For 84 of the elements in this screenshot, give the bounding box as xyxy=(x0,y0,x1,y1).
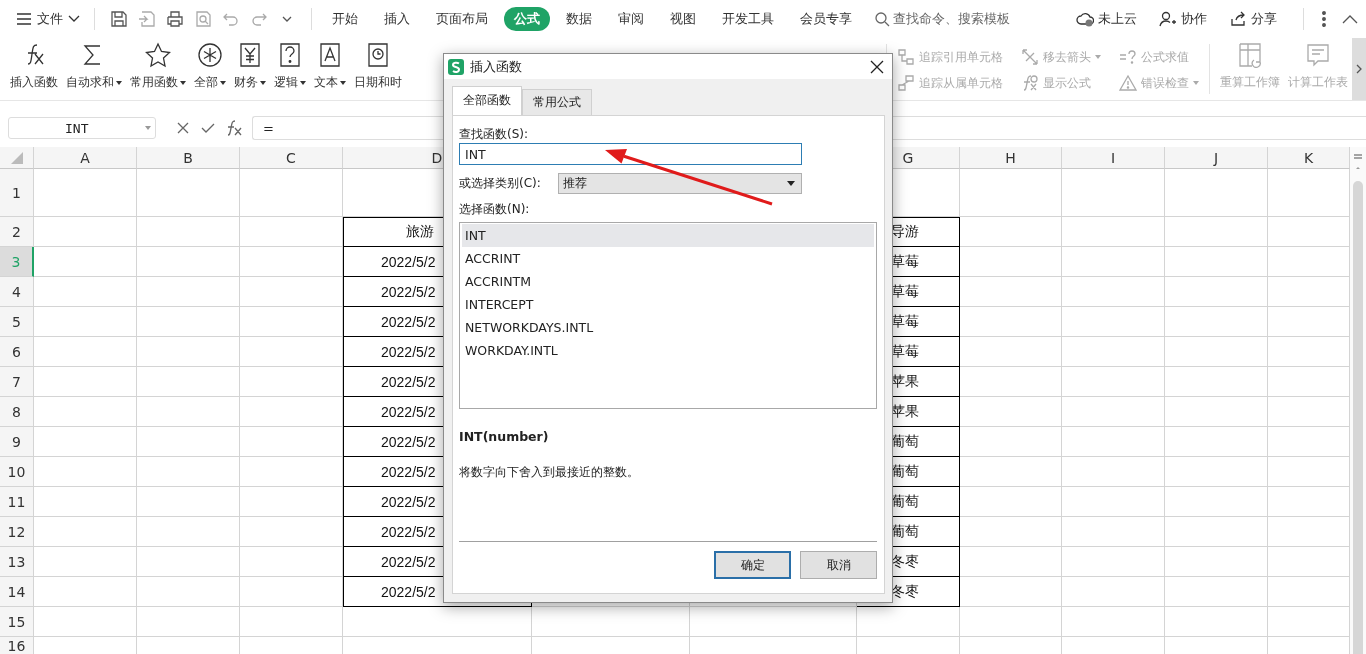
row-header[interactable]: 7 xyxy=(0,367,34,397)
field-label: 或选择类别(C): xyxy=(459,175,542,192)
row-header[interactable]: 12 xyxy=(0,517,34,547)
ribbon-button[interactable]: 逻辑 xyxy=(270,38,310,100)
ribbon-tab[interactable]: 会员专享 xyxy=(790,7,862,31)
recalculate-workbook-icon xyxy=(1236,42,1264,68)
ribbon-button[interactable]: 自动求和 xyxy=(62,38,126,100)
row-header[interactable]: 6 xyxy=(0,337,34,367)
cloud-icon xyxy=(1076,10,1094,28)
check-icon[interactable] xyxy=(201,121,215,135)
ribbon-button[interactable]: 日期和时 xyxy=(350,38,406,100)
field-label: 选择函数(N): xyxy=(459,201,531,218)
row-header[interactable]: 2 xyxy=(0,217,34,247)
ribbon-tab[interactable]: 开始 xyxy=(322,7,368,31)
ribbon-tab[interactable]: 视图 xyxy=(660,7,706,31)
column-header: H xyxy=(960,147,1062,169)
row-header[interactable]: 13 xyxy=(0,547,34,577)
search-function-field[interactable]: INT xyxy=(459,143,802,165)
equals-question-icon xyxy=(1119,48,1137,66)
sheet-note-icon xyxy=(1304,42,1332,68)
name-box-field[interactable]: INT xyxy=(8,117,156,139)
column-header: B xyxy=(137,147,240,169)
field-label: 查找函数(S): xyxy=(459,126,530,143)
select-all-corner-icon xyxy=(10,151,23,164)
ribbon-tab[interactable]: 页面布局 xyxy=(426,7,498,31)
chevron-right-icon[interactable] xyxy=(1356,64,1362,74)
chevron-down-icon xyxy=(68,15,80,23)
row-header[interactable]: 1 xyxy=(0,169,34,217)
remove-arrows-icon xyxy=(1021,48,1039,66)
column-header: A xyxy=(34,147,137,169)
share-icon xyxy=(1229,10,1247,28)
search-icon xyxy=(874,11,890,27)
ribbon-button[interactable]: 常用函数 xyxy=(126,38,190,100)
ribbon-tab[interactable]: 开发工具 xyxy=(712,7,784,31)
dialog-tab[interactable]: 全部函数 xyxy=(452,86,522,115)
column-header: I xyxy=(1062,147,1165,169)
ribbon-button[interactable]: 财务 xyxy=(230,38,270,100)
row-header[interactable]: 16 xyxy=(0,637,34,654)
row-header[interactable]: 10 xyxy=(0,457,34,487)
save-icon[interactable] xyxy=(110,10,128,28)
row-header[interactable]: 14 xyxy=(0,577,34,607)
toolbar-action-button[interactable]: 未上云 xyxy=(1070,9,1143,29)
app-logo-icon xyxy=(448,58,464,75)
trace-precedents-icon xyxy=(897,48,915,66)
row-header[interactable]: 4 xyxy=(0,277,34,307)
caret-icon xyxy=(145,126,151,130)
row-header[interactable]: 5 xyxy=(0,307,34,337)
row-header[interactable]: 15 xyxy=(0,607,34,637)
print-icon[interactable] xyxy=(166,10,184,28)
cancel-icon[interactable] xyxy=(176,121,190,135)
function-icon[interactable] xyxy=(226,120,244,136)
ribbon-button[interactable]: 全部 xyxy=(190,38,230,100)
person-plus-icon xyxy=(1159,10,1177,28)
ribbon-button[interactable]: 插入函数 xyxy=(6,38,62,100)
ok-button[interactable]: 确定 xyxy=(714,551,791,579)
menu-icon xyxy=(16,12,32,26)
trace-dependents-icon xyxy=(897,74,915,92)
cancel-button[interactable]: 取消 xyxy=(800,551,877,579)
warning-icon xyxy=(1119,74,1137,92)
ribbon-tab[interactable]: 插入 xyxy=(374,7,420,31)
column-header: C xyxy=(240,147,343,169)
row-header[interactable]: 8 xyxy=(0,397,34,427)
star-icon xyxy=(144,42,172,68)
function-eye-icon xyxy=(1021,74,1039,92)
ribbon-tab[interactable]: 数据 xyxy=(556,7,602,31)
toolbar-action-button[interactable]: 协作 xyxy=(1153,9,1213,29)
ribbon-button[interactable]: 文本 xyxy=(310,38,350,100)
command-search-field[interactable]: 查找命令、搜索模板 xyxy=(874,10,1010,28)
function-list-item[interactable]: INT xyxy=(462,224,874,247)
ribbon-tab[interactable]: 审阅 xyxy=(608,7,654,31)
row-header[interactable]: 9 xyxy=(0,427,34,457)
close-icon[interactable] xyxy=(870,59,884,74)
caret-icon xyxy=(787,181,795,186)
chevron-up-icon[interactable] xyxy=(1342,14,1358,24)
row-header[interactable]: 11 xyxy=(0,487,34,517)
asterisk-circle-icon xyxy=(196,42,224,68)
column-header: J xyxy=(1165,147,1268,169)
toolbar-action-button[interactable]: 分享 xyxy=(1223,9,1283,29)
dialog-title: 插入函数 xyxy=(470,57,523,76)
file-menu-button[interactable]: 文件 xyxy=(12,8,84,30)
column-header: K xyxy=(1268,147,1350,169)
more-options-icon[interactable] xyxy=(1322,11,1326,27)
dialog-tab[interactable]: 常用公式 xyxy=(522,89,592,115)
category-dropdown[interactable]: 推荐 xyxy=(558,173,802,194)
